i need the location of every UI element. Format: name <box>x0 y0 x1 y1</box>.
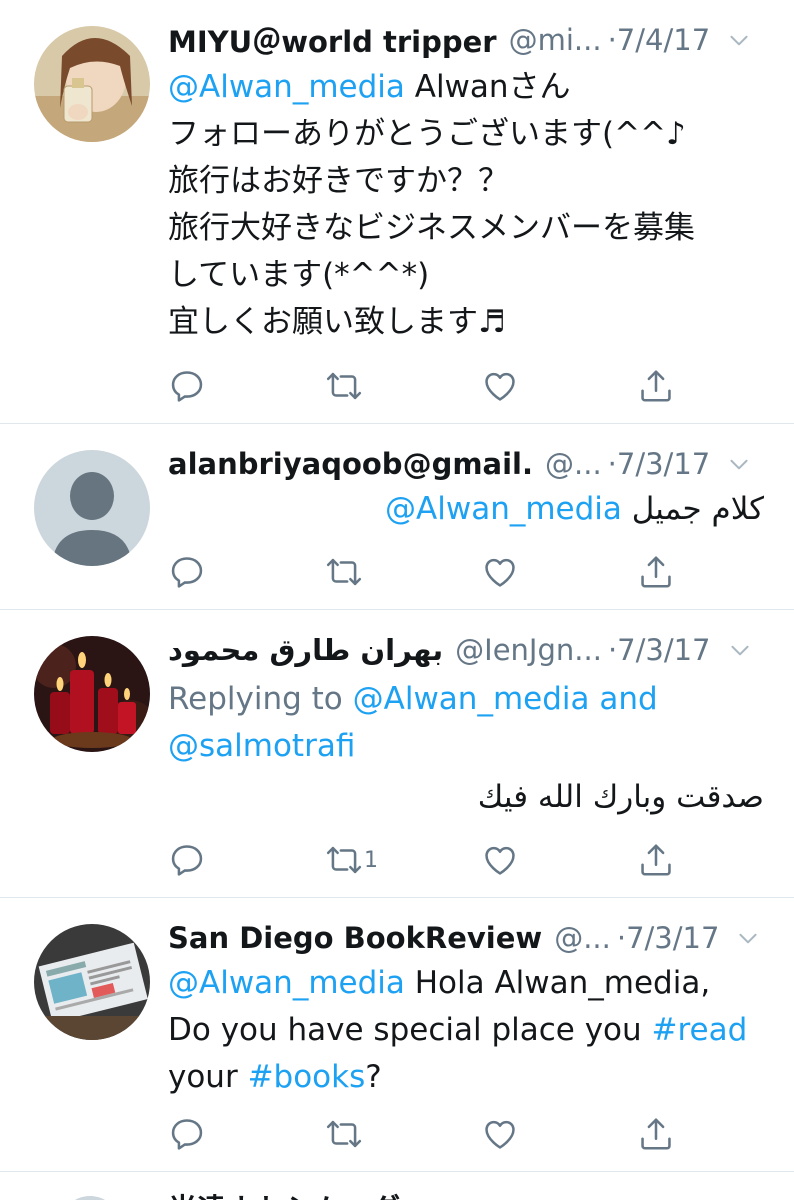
tweet[interactable]: alanbriyaqoob@gmail. @... ·7/3/17 كلام ج… <box>0 424 794 610</box>
reply-button[interactable] <box>168 1114 206 1154</box>
text-line: Hola Alwan_media, <box>404 965 711 1001</box>
like-icon <box>481 841 519 879</box>
like-button[interactable] <box>481 1114 519 1154</box>
text-line: 旅行大好きなビジネスメンバーを募集 <box>168 210 695 246</box>
retweet-icon <box>325 367 363 405</box>
share-button[interactable] <box>637 552 675 592</box>
mention-link[interactable]: @Alwan_media <box>353 681 590 717</box>
display-name[interactable]: MIYU＠world tripper <box>168 19 497 61</box>
like-button[interactable] <box>481 552 519 592</box>
like-button[interactable] <box>481 840 519 880</box>
retweet-count: 1 <box>364 847 378 873</box>
reply-icon <box>168 1115 206 1153</box>
hashtag-link[interactable]: #books <box>248 1059 366 1095</box>
user-handle[interactable]: @IenJgn... <box>455 633 602 667</box>
reply-button[interactable] <box>168 366 206 406</box>
tweet-text: كلام جميل @Alwan_media <box>168 486 764 533</box>
text-line: ? <box>365 1059 382 1095</box>
retweet-button[interactable] <box>325 552 363 592</box>
reply-context: Replying to @Alwan_media and @salmotrafi <box>168 676 764 770</box>
retweet-icon <box>325 1115 363 1153</box>
retweet-button[interactable] <box>325 366 363 406</box>
text-line: 旅行はお好きですか？？ <box>168 163 509 199</box>
tweet-date[interactable]: ·7/4/17 <box>608 23 711 57</box>
text-line: Alwanさん <box>414 69 571 105</box>
avatar[interactable] <box>34 636 150 752</box>
user-handle[interactable]: @mi... <box>509 23 602 57</box>
reply-button[interactable] <box>168 840 206 880</box>
like-icon <box>481 553 519 591</box>
tweet-actions: 1 <box>168 840 698 880</box>
replying-to-label: Replying to <box>168 681 353 717</box>
share-icon <box>637 841 675 879</box>
like-icon <box>481 1115 519 1153</box>
text-line: كلام جميل <box>631 491 764 527</box>
reply-icon <box>168 367 206 405</box>
avatar[interactable] <box>60 1196 120 1200</box>
chevron-down-icon[interactable] <box>726 27 752 53</box>
retweet-icon <box>325 553 363 591</box>
mention-link[interactable]: @Alwan_media <box>385 491 622 527</box>
reply-button[interactable] <box>168 552 206 592</box>
display-name[interactable]: بهران طارق محمود <box>168 633 443 667</box>
tweet-date[interactable]: ·7/3/17 <box>617 921 720 955</box>
reply-and-label: and <box>589 681 658 717</box>
share-button[interactable] <box>637 840 675 880</box>
reply-icon <box>168 553 206 591</box>
mention-link[interactable]: @Alwan_media <box>168 965 405 1001</box>
text-line: 宜しくお願い致します♬ <box>168 304 506 340</box>
mention-link[interactable]: @salmotrafi <box>168 728 355 764</box>
retweet-button[interactable]: 1 <box>325 840 378 880</box>
tweet-date[interactable]: ·7/3/17 <box>608 633 711 667</box>
like-button[interactable] <box>481 366 519 406</box>
tweet-actions <box>168 552 698 592</box>
chevron-down-icon[interactable] <box>727 637 753 663</box>
display-name[interactable]: alanbriyaqoob@gmail. <box>168 447 533 481</box>
tweet-partial[interactable]: 光遠ナトシム・ダ... <box>0 1172 794 1200</box>
text-line: しています(*^^*) <box>168 257 430 293</box>
share-icon <box>637 367 675 405</box>
tweet[interactable]: San Diego BookReview @... ·7/3/17 @Alwan… <box>0 898 794 1172</box>
tweet-actions <box>168 366 698 406</box>
share-button[interactable] <box>637 1114 675 1154</box>
text-line: Do you have special place you <box>168 1012 652 1048</box>
user-handle[interactable]: @... <box>545 447 602 481</box>
chevron-down-icon[interactable] <box>726 451 752 477</box>
retweet-icon <box>325 841 363 879</box>
share-icon <box>637 553 675 591</box>
user-handle[interactable]: @... <box>554 921 611 955</box>
avatar[interactable] <box>34 450 150 566</box>
avatar[interactable] <box>34 924 150 1040</box>
reply-icon <box>168 841 206 879</box>
text-line: your <box>168 1059 248 1095</box>
tweet-date[interactable]: ·7/3/17 <box>608 447 711 481</box>
share-button[interactable] <box>637 366 675 406</box>
like-icon <box>481 367 519 405</box>
display-name[interactable]: San Diego BookReview <box>168 921 542 955</box>
tweet-text: صدقت وبارك الله فيك <box>168 774 764 821</box>
chevron-down-icon[interactable] <box>735 925 761 951</box>
share-icon <box>637 1115 675 1153</box>
hashtag-link[interactable]: #read <box>652 1012 748 1048</box>
tweet-text: @Alwan_media Alwanさん フォローありがとうございます(^^♪ … <box>168 64 764 346</box>
text-line: フォローありがとうございます(^^♪ <box>168 116 686 152</box>
retweet-button[interactable] <box>325 1114 363 1154</box>
tweet[interactable]: MIYU＠world tripper @mi... ·7/4/17 @Alwan… <box>0 0 794 424</box>
tweet[interactable]: بهران طارق محمود @IenJgn... ·7/3/17 Repl… <box>0 610 794 898</box>
tweet-actions <box>168 1114 698 1154</box>
text-line: صدقت وبارك الله فيك <box>477 779 764 815</box>
mention-link[interactable]: @Alwan_media <box>168 69 405 105</box>
avatar[interactable] <box>34 26 150 142</box>
display-name[interactable]: 光遠ナトシム・ダ... <box>168 1186 433 1200</box>
tweet-text: @Alwan_media Hola Alwan_media, Do you ha… <box>168 960 764 1101</box>
